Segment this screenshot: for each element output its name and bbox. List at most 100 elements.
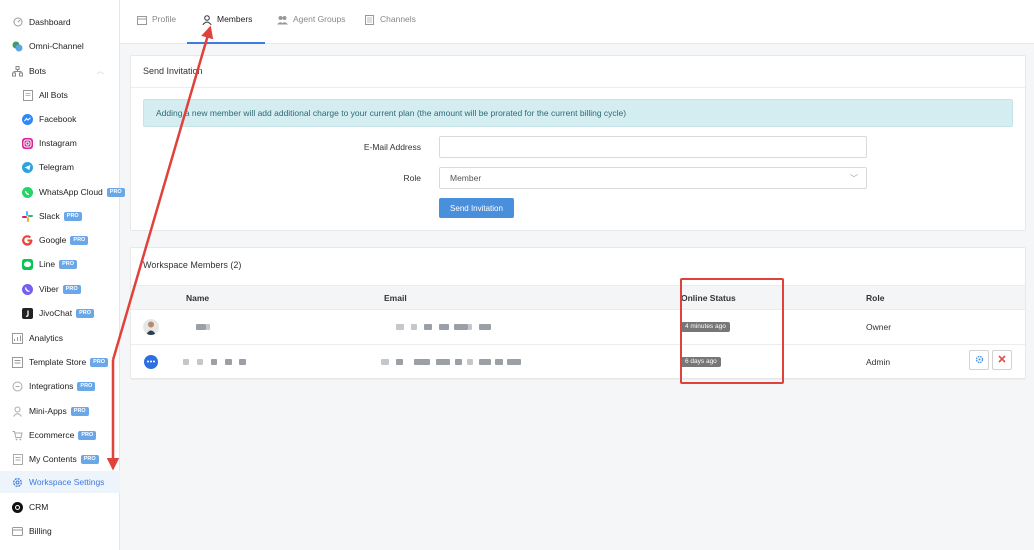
pro-badge: PRO [90, 357, 109, 367]
sidebar-item-label: Viber [39, 284, 59, 294]
sidebar-item-crm[interactable]: CRM [0, 496, 120, 518]
tab-members[interactable]: Members [187, 14, 265, 44]
email-field[interactable] [439, 136, 867, 158]
member-settings-button[interactable] [969, 350, 989, 370]
redacted-email [396, 324, 404, 330]
pro-badge: PRO [63, 211, 82, 221]
sidebar-item-template-store[interactable]: Template Store PRO [0, 351, 120, 373]
template-store-icon [12, 356, 23, 368]
redacted-name [211, 359, 217, 365]
sidebar-item-label: Billing [29, 526, 52, 536]
redacted-email [454, 324, 468, 330]
my-contents-icon [12, 453, 23, 465]
sidebar-item-label: Slack [39, 211, 60, 221]
sidebar-item-telegram[interactable]: Telegram [0, 156, 120, 178]
pro-badge: PRO [77, 381, 96, 391]
column-header-name: Name [186, 293, 210, 303]
sidebar-item-label: Telegram [39, 162, 74, 172]
redacted-email [455, 359, 462, 365]
sidebar-item-viber[interactable]: Viber PRO [0, 278, 120, 300]
redacted-name [239, 359, 246, 365]
redacted-name [196, 324, 206, 330]
table-header: Name Email Online Status Role [131, 285, 1025, 310]
crm-icon [12, 501, 23, 513]
sidebar-item-my-contents[interactable]: My Contents PRO [0, 448, 120, 470]
sidebar-item-slack[interactable]: Slack PRO [0, 205, 120, 227]
redacted-email [507, 359, 521, 365]
redacted-name [206, 324, 210, 330]
tab-profile[interactable]: Profile [136, 14, 176, 44]
redacted-email [495, 359, 503, 365]
sidebar-item-workspace-settings[interactable]: Workspace Settings [0, 471, 120, 493]
instagram-icon [22, 137, 33, 149]
slack-icon [22, 210, 33, 222]
tab-label: Members [217, 14, 253, 24]
integrations-icon [12, 381, 23, 392]
sidebar-item-ecommerce[interactable]: Ecommerce PRO [0, 424, 120, 446]
sidebar-item-mini-apps[interactable]: Mini-Apps PRO [0, 400, 120, 422]
table-row[interactable]: 4 minutes ago Owner [131, 310, 1025, 345]
redacted-email [436, 359, 450, 365]
whatsapp-icon [22, 186, 33, 198]
table-row[interactable]: 6 days ago Admin [131, 345, 1025, 380]
chevron-down-icon: ﹀ [850, 174, 858, 183]
billing-alert: Adding a new member will add additional … [143, 99, 1013, 127]
pro-badge: PRO [59, 259, 77, 269]
redacted-name [225, 359, 232, 365]
card-title: Send Invitation [143, 66, 203, 76]
sidebar-item-google[interactable]: Google PRO [0, 229, 120, 251]
pro-badge: PRO [62, 284, 81, 294]
sidebar-item-instagram[interactable]: Instagram [0, 132, 120, 154]
sidebar-item-integrations[interactable]: Integrations PRO [0, 375, 120, 397]
tab-label: Agent Groups [293, 14, 346, 24]
sidebar-item-billing[interactable]: Billing [0, 520, 120, 542]
jivochat-icon [22, 307, 33, 319]
sidebar-item-analytics[interactable]: Analytics [0, 327, 120, 349]
cart-icon [12, 430, 23, 441]
sidebar-item-all-bots[interactable]: All Bots [0, 84, 120, 106]
pro-badge: PRO [106, 187, 125, 197]
settings-tabs: Profile Members Agent Groups Channels [120, 0, 1034, 44]
role-label: Role [403, 173, 421, 183]
sidebar-item-dashboard[interactable]: Dashboard [0, 11, 120, 33]
card-title: Workspace Members (2) [143, 260, 242, 270]
role-select[interactable]: Member ﹀ [439, 167, 867, 189]
sidebar-item-facebook[interactable]: Facebook [0, 108, 120, 130]
sidebar-item-label: Template Store [29, 357, 87, 367]
member-role: Owner [866, 322, 892, 332]
tab-agent-groups[interactable]: Agent Groups [277, 14, 345, 44]
bots-icon [12, 65, 23, 77]
sidebar-item-label: Dashboard [29, 17, 71, 27]
sidebar-item-label: Workspace Settings [29, 477, 105, 487]
sidebar-item-label: Facebook [39, 114, 77, 124]
redacted-name [197, 359, 203, 365]
sidebar-item-whatsapp-cloud[interactable]: WhatsApp Cloud PRO [0, 181, 125, 203]
send-invitation-card: Send Invitation Adding a new member will… [130, 55, 1026, 231]
mini-apps-icon [12, 406, 23, 417]
sidebar-item-label: CRM [29, 502, 49, 512]
user-icon [201, 14, 212, 25]
member-role: Admin [866, 357, 891, 367]
sidebar-item-omni-channel[interactable]: Omni-Channel [0, 35, 120, 57]
sidebar-item-label: WhatsApp Cloud [39, 187, 103, 197]
sidebar-item-label: Integrations [29, 381, 74, 391]
pro-badge: PRO [80, 454, 99, 464]
dashboard-icon [12, 17, 23, 28]
facebook-icon [22, 113, 33, 125]
chevron-up-icon[interactable]: ︿ [97, 66, 104, 76]
pro-badge: PRO [78, 430, 97, 440]
sidebar-item-bots[interactable]: Bots ︿ [0, 60, 120, 82]
remove-member-button[interactable] [992, 350, 1012, 370]
omni-channel-icon [12, 41, 23, 52]
sidebar-item-label: Bots [29, 66, 47, 76]
role-select-value: Member [450, 173, 482, 183]
sidebar-item-jivochat[interactable]: JivoChat PRO [0, 302, 120, 324]
gear-icon [12, 477, 23, 488]
tab-channels[interactable]: Channels [364, 14, 416, 44]
send-invitation-button[interactable]: Send Invitation [439, 198, 514, 218]
redacted-email [439, 324, 449, 330]
sidebar-item-line[interactable]: Line PRO [0, 253, 120, 275]
pro-badge: PRO [76, 308, 94, 318]
sidebar-item-label: Analytics [29, 333, 64, 343]
sidebar: Dashboard Omni-Channel Bots ︿ All Bots F… [0, 0, 125, 550]
